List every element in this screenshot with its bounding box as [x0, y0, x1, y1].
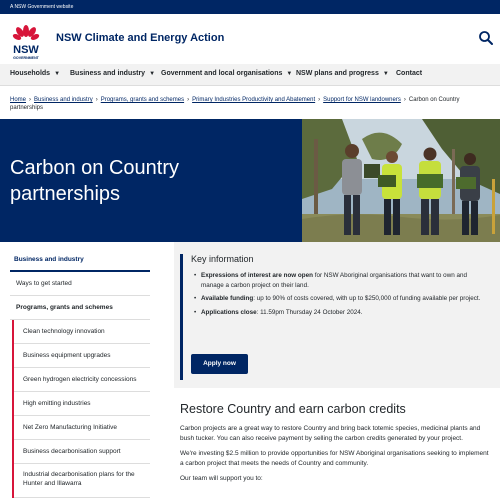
hero-banner: Carbon on Country partnerships — [0, 119, 500, 242]
logo-subtext: GOVERNMENT — [13, 56, 40, 60]
hero-photo — [302, 119, 500, 242]
masthead: A NSW Government website — [0, 0, 500, 14]
section-heading: Restore Country and earn carbon credits — [180, 402, 406, 416]
nav-item-label: Households — [10, 70, 51, 77]
chevron-down-icon: ▼ — [286, 71, 293, 77]
list-item-bold: Available funding — [201, 295, 254, 302]
paragraph: Carbon projects are a great way to resto… — [180, 425, 481, 442]
nsw-government-logo[interactable]: NSW GOVERNMENT — [10, 22, 42, 62]
nav-item-label: Government and local organisations — [161, 70, 283, 77]
sidenav-sub-item[interactable]: Business equipment upgrades — [14, 344, 150, 368]
sidenav-sub-list: Clean technology innovation Business equ… — [12, 320, 150, 498]
key-information-panel: Key information Expressions of interest … — [174, 242, 500, 388]
list-item: Expressions of interest are now open for… — [191, 271, 491, 290]
sidenav-sub-item[interactable]: Business decarbonisation support — [14, 440, 150, 464]
key-information-box: Key information Expressions of interest … — [180, 254, 494, 380]
breadcrumb-link[interactable]: Programs, grants and schemes — [101, 97, 184, 103]
chevron-right-icon: › — [403, 97, 406, 103]
main-content: Restore Country and earn carbon credits … — [180, 402, 490, 490]
nav-item-label: Business and industry — [70, 70, 146, 77]
breadcrumb-link[interactable]: Support for NSW landowners — [323, 97, 401, 103]
nav-item-business[interactable]: Business and industry ▼ — [70, 70, 155, 77]
list-item-text: : up to 90% of costs covered, with up to… — [253, 295, 481, 302]
chevron-down-icon: ▼ — [149, 71, 156, 77]
site-name[interactable]: NSW Climate and Energy Action — [56, 32, 224, 44]
sidenav-sub-item[interactable]: Green hydrogen electricity concessions — [14, 368, 150, 392]
chevron-down-icon: ▼ — [382, 71, 389, 77]
nav-item-government[interactable]: Government and local organisations ▼ — [161, 70, 292, 77]
chevron-right-icon: › — [318, 97, 321, 103]
list-item-text: : 11.59pm Thursday 24 October 2024. — [256, 308, 363, 316]
nav-item-contact[interactable]: Contact — [396, 70, 422, 77]
site-header: NSW GOVERNMENT NSW Climate and Energy Ac… — [0, 14, 500, 64]
apply-now-button[interactable]: Apply now — [191, 354, 248, 374]
chevron-down-icon: ▼ — [54, 71, 61, 77]
sidenav-section-title[interactable]: Business and industry — [10, 250, 150, 272]
page-title: Carbon on Country partnerships — [10, 157, 179, 205]
nav-item-label: NSW plans and progress — [296, 70, 379, 77]
chevron-right-icon: › — [95, 97, 98, 103]
nav-item-plans[interactable]: NSW plans and progress ▼ — [296, 70, 389, 77]
sidenav-item-ways[interactable]: Ways to get started — [10, 272, 150, 296]
breadcrumb-link[interactable]: Business and industry — [34, 97, 93, 103]
list-item: Available funding: up to 90% of costs co… — [191, 294, 491, 304]
key-information-title: Key information — [191, 254, 254, 264]
nav-item-label: Contact — [396, 70, 423, 77]
paragraph: Our team will support you to: — [180, 475, 263, 482]
sidenav-group-programs[interactable]: Programs, grants and schemes — [10, 296, 150, 320]
sidenav-sub-item[interactable]: Clean technology innovation — [14, 320, 150, 344]
key-information-list: Expressions of interest are now open for… — [191, 271, 494, 317]
breadcrumb: Home › Business and industry › Programs, gra… — [10, 96, 490, 112]
search-icon[interactable] — [478, 30, 494, 46]
list-item-bold: Expressions of interest are now open — [201, 272, 313, 279]
list-item-bold: Applications close — [201, 308, 257, 316]
breadcrumb-link[interactable]: Primary Industries Productivity and Abat… — [192, 97, 315, 103]
chevron-right-icon: › — [29, 97, 32, 103]
side-navigation: Business and industry Ways to get starte… — [10, 250, 150, 498]
sidenav-sub-item[interactable]: Net Zero Manufacturing Initiative — [14, 416, 150, 440]
list-item: Applications close: 11.59pm Thursday 24 … — [191, 308, 491, 318]
chevron-right-icon: › — [187, 97, 190, 103]
main-nav: Households ▼ Business and industry ▼ Gover… — [0, 64, 500, 86]
nav-item-households[interactable]: Households ▼ — [10, 70, 60, 77]
paragraph: We're investing $2.5 million to provide … — [180, 450, 489, 467]
masthead-text: A NSW Government website — [10, 4, 74, 10]
breadcrumb-link[interactable]: Home — [10, 97, 26, 103]
sidenav-sub-item[interactable]: High emitting industries — [14, 392, 150, 416]
sidenav-sub-item[interactable]: Industrial decarbonisation plans for the… — [14, 464, 150, 498]
logo-text: NSW — [13, 44, 39, 56]
